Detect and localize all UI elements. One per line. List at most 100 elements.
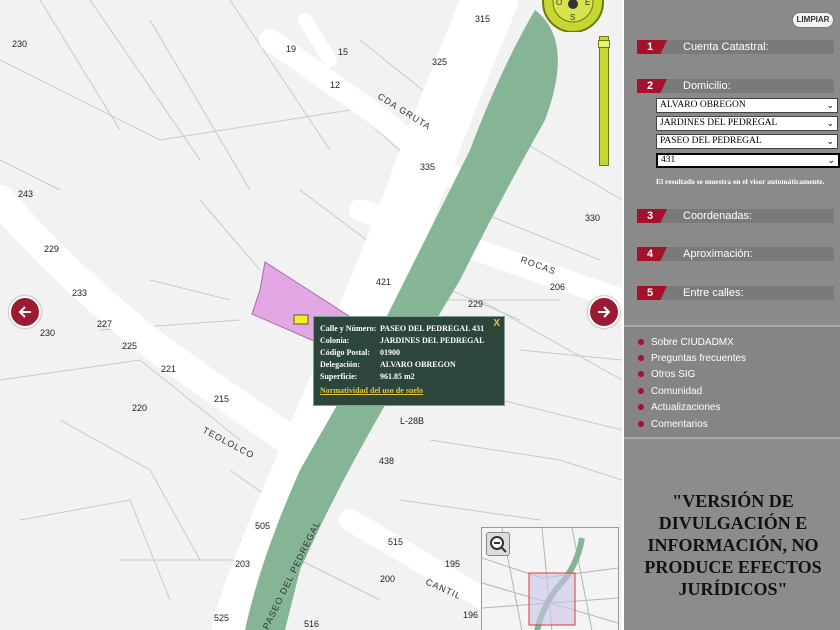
lot-number: 516	[304, 619, 319, 629]
link-comunidad[interactable]: Comunidad	[638, 386, 702, 397]
zoom-slider[interactable]	[598, 36, 610, 166]
lot-number: 230	[40, 328, 55, 338]
lot-number: 505	[255, 521, 270, 531]
step-entre-calles[interactable]: 5 Entre calles:	[637, 286, 834, 300]
popup-label: Colonia:	[320, 336, 350, 345]
lot-number: 195	[445, 559, 460, 569]
link-sobre-ciudadmx[interactable]: Sobre CIUDADMX	[638, 337, 734, 348]
step-aproximacion[interactable]: 4 Aproximación:	[637, 247, 834, 261]
link-label: Otros SIG	[651, 369, 696, 380]
link-label: Preguntas frecuentes	[651, 353, 747, 364]
link-label: Actualizaciones	[651, 402, 721, 413]
pan-left-arrow[interactable]	[9, 296, 41, 328]
lot-number: 220	[132, 403, 147, 413]
step-cuenta-catastral[interactable]: 1 Cuenta Catastral:	[637, 40, 834, 54]
search-panel: LIMPIAR 1 Cuenta Catastral: 2 Domicilio:…	[622, 0, 840, 630]
popup-label: Código Postal:	[320, 348, 370, 357]
link-label: Sobre CIUDADMX	[651, 337, 734, 348]
step-label: Aproximación:	[683, 248, 753, 260]
lot-number: 325	[432, 57, 447, 67]
compass-south: S	[570, 13, 575, 22]
chevron-down-icon: ⌄	[827, 155, 835, 165]
lot-number: 230	[12, 39, 27, 49]
link-actualizaciones[interactable]: Actualizaciones	[638, 402, 720, 413]
overview-map[interactable]	[481, 527, 619, 630]
bullet-icon	[638, 404, 644, 411]
info-popup: X Calle y Número: PASEO DEL PEDREGAL 431…	[313, 316, 505, 406]
bullet-icon	[638, 371, 644, 378]
lot-number: 221	[161, 364, 176, 374]
lot-number: 215	[214, 394, 229, 404]
chevron-down-icon: ⌄	[826, 118, 834, 128]
chevron-down-icon: ⌄	[826, 100, 834, 110]
lot-number: 225	[122, 341, 137, 351]
popup-label: Superficie:	[320, 372, 358, 381]
search-form: LIMPIAR 1 Cuenta Catastral: 2 Domicilio:…	[624, 0, 840, 320]
popup-value: PASEO DEL PEDREGAL 431	[380, 324, 485, 333]
bullet-icon	[638, 388, 644, 395]
step-label: Coordenadas:	[683, 210, 753, 222]
overview-zoom-out-button[interactable]	[486, 532, 510, 556]
arrow-left-icon	[18, 306, 31, 318]
arrow-right-icon	[598, 306, 611, 318]
street-label: TEOLOLCO	[201, 425, 256, 461]
step-number: 2	[637, 79, 667, 93]
colonia-select[interactable]: JARDINES DEL PEDREGAL ⌄	[656, 116, 838, 131]
popup-value: 01900	[380, 348, 400, 357]
step-coordenadas[interactable]: 3 Coordenadas:	[637, 209, 834, 223]
select-value: JARDINES DEL PEDREGAL	[660, 118, 778, 128]
lot-number: 515	[388, 537, 403, 547]
bullet-icon	[638, 339, 644, 346]
land-use-link[interactable]: Normatividad del uso de suelo	[320, 386, 423, 395]
street-label: ROCAS	[519, 254, 557, 276]
legal-disclaimer: "VERSIÓN DE DIVULGACIÓN E INFORMACIÓN, N…	[644, 491, 822, 599]
zoom-slider-handle[interactable]	[598, 40, 610, 48]
chevron-down-icon: ⌄	[826, 136, 834, 146]
lot-number: L-28B	[400, 416, 424, 426]
step-label: Domicilio:	[683, 80, 731, 92]
delegacion-select[interactable]: ALVARO OBREGON ⌄	[656, 98, 838, 113]
step-domicilio[interactable]: 2 Domicilio:	[637, 79, 834, 93]
lot-number: 315	[475, 14, 490, 24]
bullet-icon	[638, 421, 644, 428]
compass-east: E	[585, 0, 590, 7]
link-otros-sig[interactable]: Otros SIG	[638, 369, 695, 380]
lot-number: 335	[420, 162, 435, 172]
lot-number: 203	[235, 559, 250, 569]
bullet-icon	[638, 355, 644, 362]
select-value: PASEO DEL PEDREGAL	[660, 136, 762, 146]
street-label: PASEO DEL PEDREGAL	[261, 519, 322, 630]
lot-number: 229	[44, 244, 59, 254]
popup-value: JARDINES DEL PEDREGAL	[380, 336, 485, 345]
lot-number: 525	[214, 613, 229, 623]
popup-value: 961.85 m2	[380, 372, 415, 381]
lot-number: 206	[550, 282, 565, 292]
lot-number: 229	[468, 299, 483, 309]
link-comentarios[interactable]: Comentarios	[638, 419, 708, 430]
link-label: Comentarios	[651, 419, 708, 430]
street-label: CDA GRUTA	[376, 91, 433, 132]
step-number: 5	[637, 286, 667, 300]
popup-label: Calle y Número:	[320, 324, 377, 333]
select-value: ALVARO OBREGON	[660, 100, 746, 110]
pan-control[interactable]: O E S	[540, 0, 606, 32]
link-preguntas-frecuentes[interactable]: Preguntas frecuentes	[638, 353, 746, 364]
popup-close-button[interactable]: X	[493, 318, 500, 329]
info-links: Sobre CIUDADMX Preguntas frecuentes Otro…	[624, 325, 840, 439]
step-number: 3	[637, 209, 667, 223]
lot-number: 196	[463, 610, 478, 620]
pan-right-arrow[interactable]	[588, 296, 620, 328]
map-viewer[interactable]: 315 230 19 15 325 12 335 243 330 229 421…	[0, 0, 622, 630]
result-hint: El resultado se muestra en el visor auto…	[656, 177, 825, 186]
street-label: CANTIL	[424, 577, 463, 602]
calle-select[interactable]: PASEO DEL PEDREGAL ⌄	[656, 134, 838, 149]
lot-number: 233	[72, 288, 87, 298]
numero-select[interactable]: 431 ⌄	[656, 153, 840, 168]
lot-number: 15	[338, 47, 348, 57]
compass-west: O	[556, 0, 562, 7]
lot-number: 243	[18, 189, 33, 199]
popup-label: Delegación:	[320, 360, 360, 369]
lot-number: 12	[330, 80, 340, 90]
clear-button[interactable]: LIMPIAR	[792, 12, 834, 28]
step-label: Entre calles:	[683, 287, 744, 299]
